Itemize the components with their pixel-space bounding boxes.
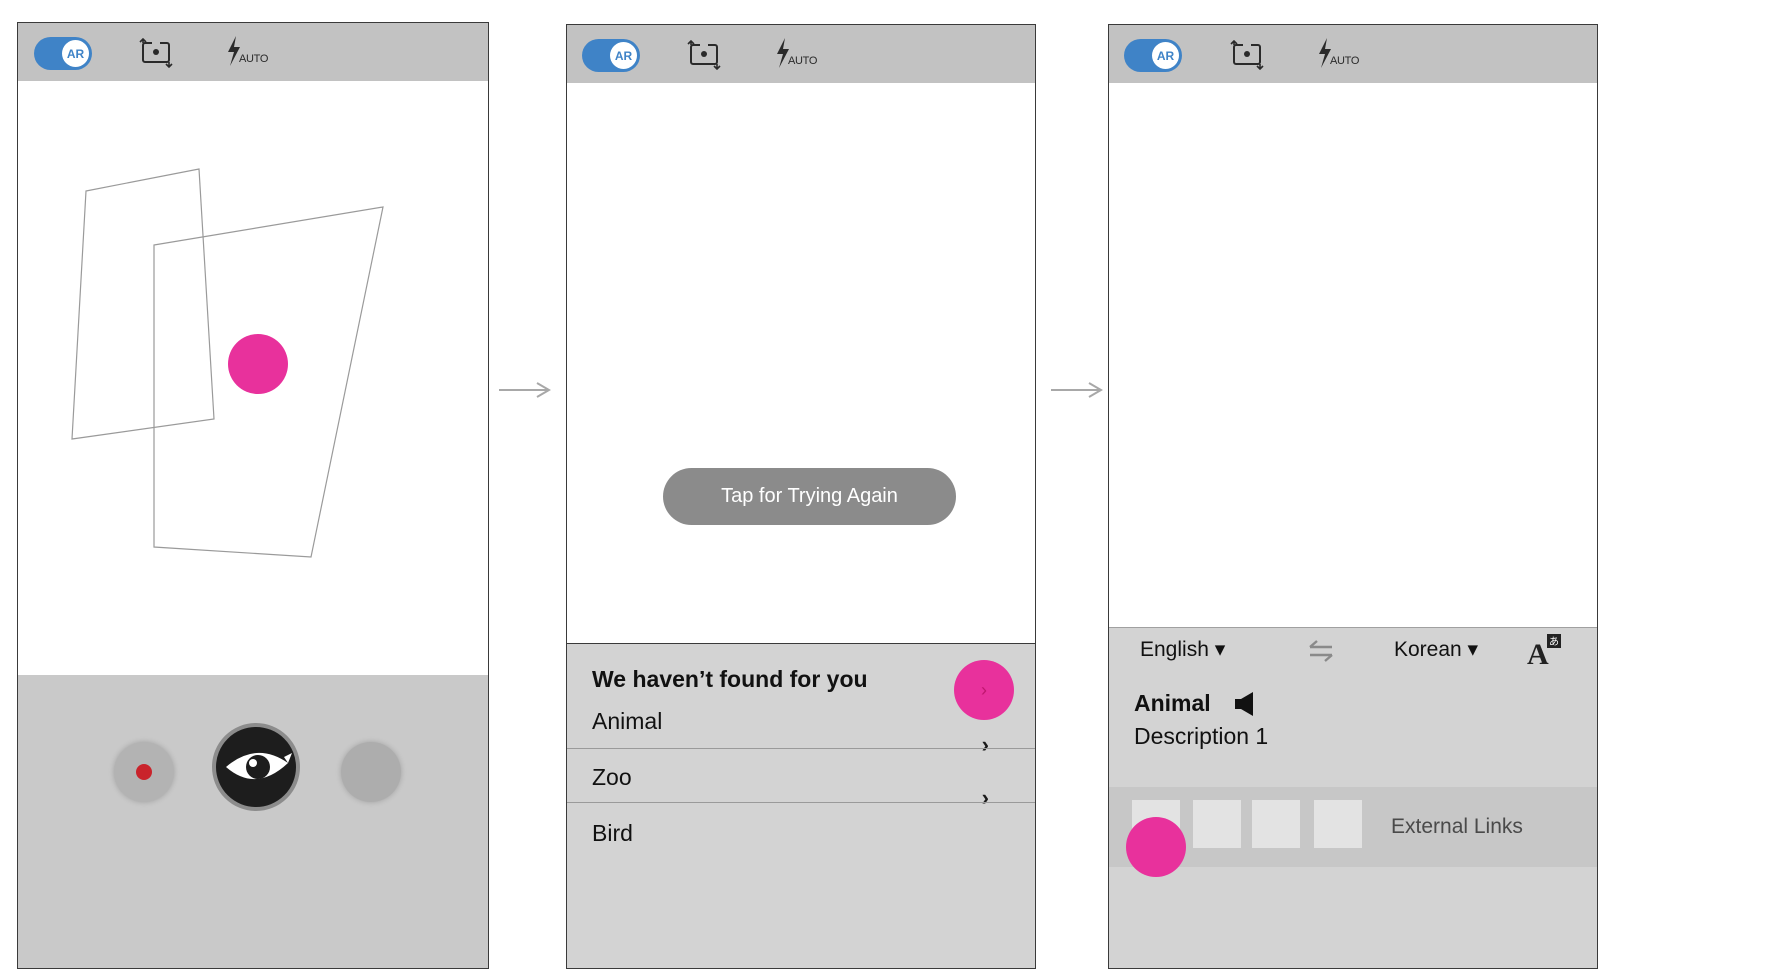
chevron-right-icon: › [981, 732, 989, 757]
external-links-label[interactable]: External Links [1391, 815, 1523, 839]
record-button[interactable] [114, 742, 174, 802]
flow-arrow-icon [1051, 382, 1103, 398]
capture-controls [18, 675, 488, 968]
camera-toolbar: AR AUTO [1109, 25, 1597, 83]
link-thumbnail[interactable] [1252, 800, 1300, 848]
svg-text:あ: あ [1549, 636, 1559, 648]
source-language-select[interactable]: English ▾ [1140, 637, 1225, 662]
camera-switch-icon[interactable] [1230, 40, 1264, 70]
word-description: Description 1 [1134, 723, 1269, 749]
gallery-button[interactable] [341, 742, 401, 802]
ar-toggle-label: AR [1152, 42, 1179, 69]
flash-auto-button[interactable]: AUTO [1317, 38, 1363, 72]
results-title: We haven’t found for you [592, 666, 868, 692]
ar-toggle[interactable]: AR [582, 39, 640, 72]
flash-mode-label: AUTO [239, 53, 269, 65]
action-fab-button[interactable] [1126, 817, 1186, 877]
result-divider [567, 748, 1035, 749]
chevron-right-icon: › [981, 679, 987, 700]
flash-auto-button[interactable]: AUTO [775, 38, 821, 72]
ar-toggle-label: AR [62, 40, 89, 67]
external-links-row: External Links [1109, 787, 1597, 877]
link-thumbnail[interactable] [1193, 800, 1241, 848]
translation-language-bar: English ▾ Korean ▾ A あ [1109, 627, 1597, 675]
svg-text:A: A [1527, 638, 1549, 668]
focus-target-dot [228, 334, 288, 394]
camera-switch-icon[interactable] [687, 40, 721, 70]
ar-toggle-label: AR [610, 42, 637, 69]
translation-screen: AR AUTO English ▾ Korean ▾ A あ Animal De… [1108, 24, 1598, 969]
flash-mode-label: AUTO [788, 55, 818, 67]
results-panel: We haven’t found for you › Animal › Zoo … [567, 643, 1035, 968]
viewfinder-detection-frames [71, 168, 384, 558]
shutter-button[interactable] [212, 723, 300, 811]
chevron-right-icon: › [981, 785, 989, 810]
camera-switch-icon[interactable] [139, 38, 173, 68]
result-divider [567, 802, 1035, 803]
ar-toggle[interactable]: AR [1124, 39, 1182, 72]
result-item-zoo[interactable]: Zoo [592, 764, 632, 791]
camera-toolbar: AR AUTO [567, 25, 1035, 83]
flow-arrow-icon [499, 382, 551, 398]
ar-toggle[interactable]: AR [34, 37, 92, 70]
word-title: Animal [1134, 690, 1211, 716]
camera-toolbar: AR AUTO [18, 23, 488, 81]
swap-languages-icon[interactable] [1306, 637, 1336, 665]
flash-auto-button[interactable]: AUTO [226, 36, 272, 70]
result-item-bird[interactable]: Bird [592, 820, 633, 847]
capture-screen: AR AUTO [17, 22, 489, 969]
result-item-animal[interactable]: Animal [592, 708, 662, 735]
translation-detail-panel: Animal Description 1 External Links [1109, 674, 1597, 968]
try-again-button[interactable]: Tap for Trying Again [663, 468, 956, 525]
translate-font-icon[interactable]: A あ [1527, 632, 1563, 668]
eye-icon [226, 752, 292, 780]
flash-mode-label: AUTO [1330, 55, 1360, 67]
link-thumbnail[interactable] [1314, 800, 1362, 848]
record-dot-icon [136, 764, 152, 780]
speaker-icon[interactable] [1233, 690, 1257, 718]
no-result-screen: AR AUTO Tap for Trying Again We haven’t … [566, 24, 1036, 969]
target-language-select[interactable]: Korean ▾ [1394, 637, 1478, 662]
results-go-button[interactable]: › [954, 660, 1014, 720]
